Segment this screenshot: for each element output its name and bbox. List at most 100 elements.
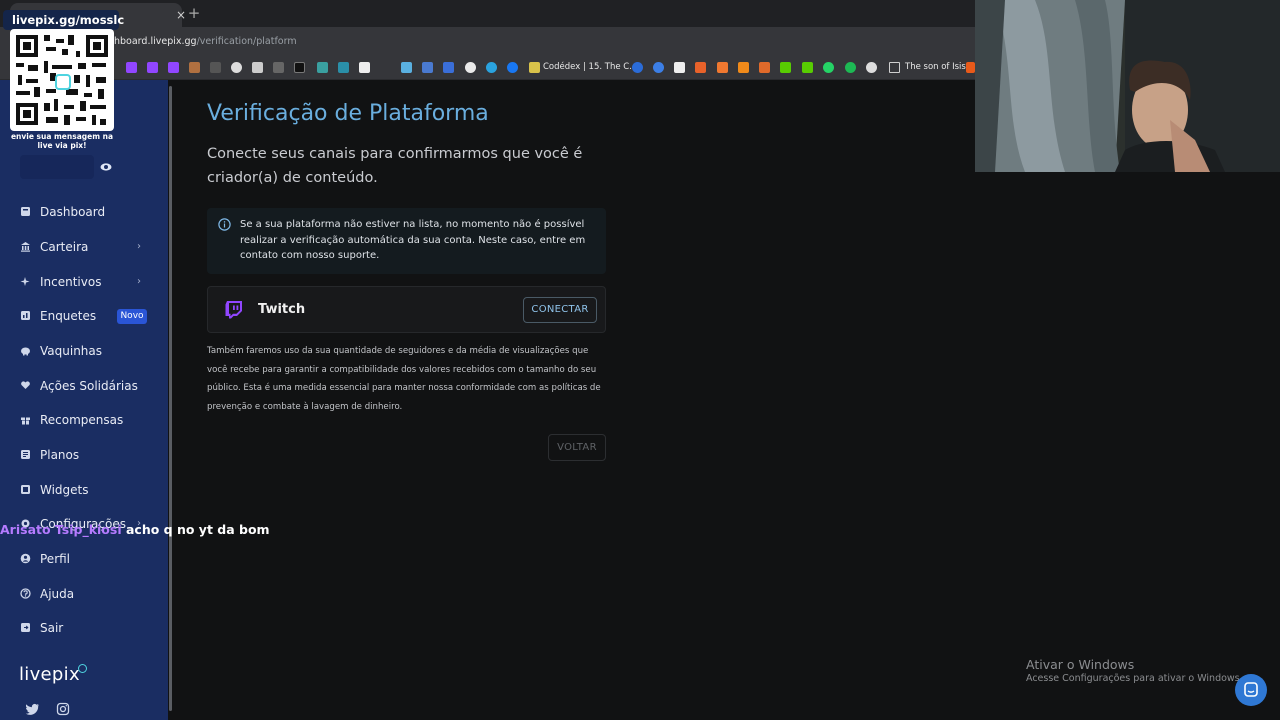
chat-username: Arisato Tsip_kiosi (0, 522, 122, 537)
sidebar-item-label: Sair (40, 621, 64, 635)
github-bookmark-icon[interactable] (231, 62, 242, 73)
wallet-icon (21, 242, 30, 252)
stream-chat-message: Arisato Tsip_kiosi acho q no yt da bom (0, 521, 270, 539)
platform-card-twitch: Twitch CONECTAR (207, 286, 606, 333)
twitch-bookmark-icon[interactable] (147, 62, 158, 73)
twitch-bookmark-icon[interactable] (126, 62, 137, 73)
page-title: Verificação de Plataforma (207, 101, 489, 126)
x-bookmark-icon[interactable] (294, 62, 305, 73)
sidebar-item-perfil[interactable]: Perfil (20, 549, 150, 569)
chat-bubble-icon (1244, 682, 1258, 697)
sidebar-item-label: Ajuda (40, 587, 75, 601)
windows-activation-title: Ativar o Windows (1026, 657, 1135, 672)
url-text[interactable]: hboard.livepix.gg/verification/platform (114, 34, 297, 50)
twitter-icon[interactable] (26, 702, 40, 716)
sidebar-item-label: Vaquinhas (40, 344, 103, 358)
bookmark-folder-son-of-isis[interactable]: The son of Isis (905, 60, 966, 75)
sidebar-item-label: Ações Solidárias (40, 379, 138, 393)
site-bookmark-icon[interactable] (317, 62, 328, 73)
screen: × + hboard.livepix.gg/verification/platf… (0, 0, 1280, 720)
codedex-bookmark-icon[interactable] (529, 62, 540, 73)
telegram-bookmark-icon[interactable] (486, 62, 497, 73)
folder-icon[interactable] (889, 62, 900, 73)
connect-button[interactable]: CONECTAR (523, 297, 597, 323)
heart-hand-icon (21, 381, 30, 389)
site-bookmark-icon[interactable] (632, 62, 643, 73)
page-subtitle: Conecte seus canais para confirmarmos qu… (207, 146, 583, 186)
user-icon (20, 553, 31, 564)
site-bookmark-icon[interactable] (802, 62, 813, 73)
twitch-icon (225, 301, 242, 319)
sidebar-item-vaquinhas[interactable]: Vaquinhas (20, 341, 150, 361)
bookmark-codedex[interactable]: Codédex | 15. The C... (543, 60, 637, 75)
instagram-icon[interactable] (56, 702, 70, 716)
site-bookmark-icon[interactable] (273, 62, 284, 73)
spotify-bookmark-icon[interactable] (845, 62, 856, 73)
site-bookmark-icon[interactable] (422, 62, 433, 73)
google-bookmark-icon[interactable] (465, 62, 476, 73)
site-bookmark-icon[interactable] (359, 62, 370, 73)
sidebar-item-label: Recompensas (40, 413, 124, 427)
sidebar-item-planos[interactable]: Planos (20, 445, 150, 465)
site-bookmark-icon[interactable] (401, 62, 412, 73)
site-bookmark-icon[interactable] (674, 62, 685, 73)
sparkle-icon (20, 277, 30, 286)
sidebar-item-ajuda[interactable]: Ajuda (20, 584, 150, 604)
site-bookmark-icon[interactable] (717, 62, 728, 73)
widgets-icon (21, 485, 30, 494)
site-bookmark-icon[interactable] (759, 62, 770, 73)
sidebar-item-label: Planos (40, 448, 80, 462)
site-bookmark-icon[interactable] (966, 62, 975, 73)
webcam-feed (975, 0, 1280, 172)
site-bookmark-icon[interactable] (338, 62, 349, 73)
livepix-logo[interactable]: livepix (19, 664, 80, 686)
windows-activation-subtitle: Acesse Configurações para ativar o Windo… (1026, 673, 1243, 684)
sidebar-item-label: Widgets (40, 483, 89, 497)
qr-overlay-title: livepix.gg/mosslc (3, 10, 124, 30)
eye-icon[interactable] (100, 162, 112, 172)
sidebar-item-enquetes[interactable]: Enquetes Novo (20, 306, 150, 326)
help-icon (20, 588, 31, 599)
back-button[interactable]: VOLTAR (548, 434, 606, 461)
grid-bookmark-icon[interactable] (252, 62, 263, 73)
sidebar-item-dashboard[interactable]: Dashboard (20, 202, 150, 222)
sidebar-item-widgets[interactable]: Widgets (20, 480, 150, 500)
address-bar[interactable]: hboard.livepix.gg/verification/platform (0, 27, 975, 56)
poll-icon (21, 311, 30, 320)
site-bookmark-icon[interactable] (780, 62, 791, 73)
tab-close-icon[interactable]: × (175, 8, 187, 22)
scrollbar-thumb[interactable] (169, 86, 172, 711)
site-bookmark-icon[interactable] (866, 62, 877, 73)
new-tab-icon[interactable]: + (187, 5, 201, 21)
balance-display (20, 155, 94, 179)
image-bookmark-icon[interactable] (189, 62, 200, 73)
facebook-bookmark-icon[interactable] (507, 62, 518, 73)
info-alert-text: Se a sua plataforma não estiver na lista… (240, 219, 586, 261)
qr-overlay-caption: envie sua mensagem na live via pix! (10, 132, 114, 150)
sidebar-item-acoes-solidarias[interactable]: Ações Solidárias (20, 376, 150, 396)
sidebar-item-label: Enquetes (40, 309, 97, 323)
site-bookmark-icon[interactable] (653, 62, 664, 73)
platform-name: Twitch (258, 302, 306, 317)
site-bookmark-icon[interactable] (738, 62, 749, 73)
sidebar-item-incentivos[interactable]: Incentivos › (20, 272, 150, 292)
livepix-logo-mark (78, 664, 87, 673)
twitch-bookmark-icon[interactable] (168, 62, 179, 73)
sidebar-item-recompensas[interactable]: Recompensas (20, 410, 150, 430)
info-alert: Se a sua plataforma não estiver na lista… (207, 208, 606, 274)
bookmarks-bar: Codédex | 15. The C... The son of Isis (0, 56, 975, 80)
browser-tab-bar: × + (0, 0, 975, 27)
sidebar-item-label: Perfil (40, 552, 71, 566)
sidebar-item-carteira[interactable]: Carteira › (20, 237, 150, 257)
sidebar-item-sair[interactable]: Sair (20, 618, 150, 638)
support-chat-button[interactable] (1235, 674, 1267, 706)
chevron-right-icon: › (137, 276, 141, 287)
chat-text: acho q no yt da bom (125, 522, 270, 537)
site-bookmark-icon[interactable] (695, 62, 706, 73)
site-bookmark-icon[interactable] (210, 62, 221, 73)
sidebar-item-label: Dashboard (40, 205, 106, 219)
sidebar-item-label: Incentivos (40, 275, 102, 289)
whatsapp-bookmark-icon[interactable] (823, 62, 834, 73)
sidebar-scrollbar[interactable] (168, 80, 174, 720)
site-bookmark-icon[interactable] (443, 62, 454, 73)
